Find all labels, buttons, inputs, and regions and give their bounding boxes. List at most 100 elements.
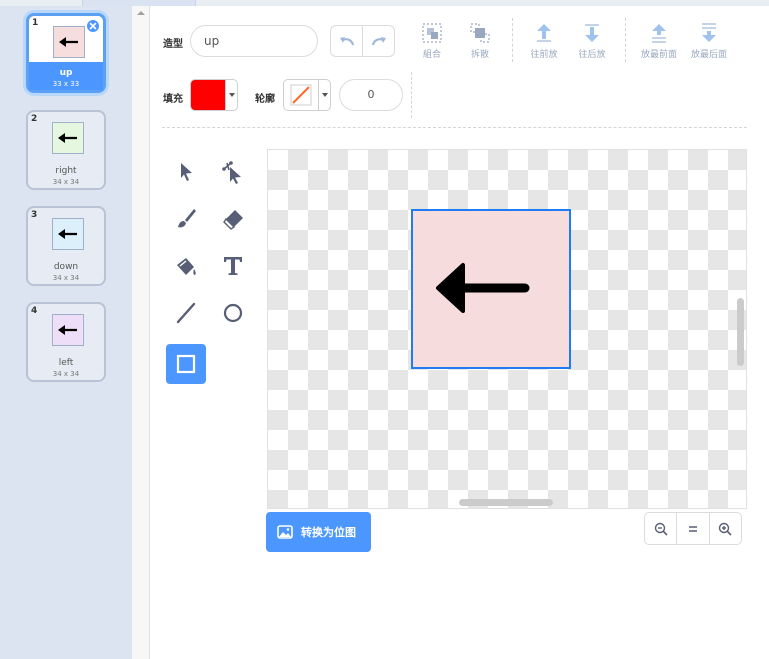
- front-label: 放最前面: [640, 50, 677, 60]
- brush-icon: [178, 209, 196, 228]
- undo-button[interactable]: [331, 26, 362, 56]
- select-tool[interactable]: [166, 152, 206, 192]
- costume-size: 34 x 34: [52, 370, 80, 378]
- list-scrollbar-track[interactable]: [132, 6, 150, 659]
- arrow-left-icon: [58, 229, 77, 239]
- ungroup-icon: [470, 23, 490, 43]
- text-tool[interactable]: [213, 246, 253, 286]
- front-button[interactable]: 放最前面: [637, 22, 681, 60]
- scroll-up-icon[interactable]: [137, 10, 145, 16]
- back-icon: [702, 23, 716, 42]
- convert-label: 转换为位图: [301, 526, 356, 539]
- group-icon: [422, 23, 442, 43]
- paint-bucket-icon: [177, 258, 196, 275]
- arrow-left-icon: [58, 133, 77, 143]
- redo-button[interactable]: [362, 26, 394, 56]
- costume-size: 33 x 33: [52, 80, 80, 88]
- delete-costume-button[interactable]: [86, 19, 100, 33]
- costume-number: 3: [31, 210, 38, 220]
- costume-thumbnail: [52, 218, 84, 250]
- toolbar-divider: [625, 18, 626, 62]
- costume-name: up: [59, 68, 73, 78]
- zoom-in-button[interactable]: [708, 513, 741, 544]
- no-color-icon: [290, 84, 312, 106]
- rectangle-icon: [176, 354, 196, 374]
- text-icon: [224, 257, 242, 275]
- costume-name: left: [58, 358, 74, 368]
- caret-down-icon: [321, 93, 328, 97]
- brush-tool[interactable]: [166, 199, 206, 239]
- reshape-tool[interactable]: [213, 152, 253, 192]
- circle-icon: [223, 303, 243, 323]
- costume-thumbnail: [52, 314, 84, 346]
- costume-list: 1 up 33 x 33 2 right 34 x 34 3 down 34 x…: [0, 6, 132, 659]
- rectangle-tool[interactable]: [166, 344, 206, 384]
- outline-width-input[interactable]: 0: [339, 79, 403, 111]
- line-icon: [176, 302, 196, 324]
- costume-name-input[interactable]: up: [190, 25, 318, 57]
- costume-item-right[interactable]: 2 right 34 x 34: [26, 110, 106, 190]
- back-label: 放最后面: [690, 50, 727, 60]
- canvas-vertical-scrollbar[interactable]: [737, 298, 744, 366]
- costume-thumbnail: [53, 26, 85, 58]
- canvas-horizontal-scrollbar[interactable]: [459, 499, 553, 506]
- eraser-icon: [223, 210, 243, 230]
- zoom-out-icon: [654, 522, 668, 536]
- convert-to-bitmap-button[interactable]: 转换为位图: [266, 512, 371, 552]
- costume-name: right: [55, 166, 77, 176]
- costume-size: 34 x 34: [52, 178, 80, 186]
- costume-thumbnail: [52, 122, 84, 154]
- redo-icon: [371, 37, 386, 46]
- undo-redo-group: [330, 25, 395, 57]
- fill-swatch[interactable]: [191, 80, 226, 110]
- reshape-icon: [222, 161, 241, 184]
- toolbar-separator: [162, 127, 747, 128]
- outline-label: 轮廓: [255, 94, 275, 105]
- line-tool[interactable]: [166, 293, 206, 333]
- close-icon: [89, 22, 97, 30]
- zoom-in-icon: [719, 522, 732, 536]
- ungroup-button[interactable]: 拆散: [458, 22, 502, 60]
- zoom-controls: [644, 512, 742, 545]
- image-icon: [277, 525, 293, 539]
- arrow-left-icon: [59, 37, 78, 47]
- front-icon: [652, 24, 666, 43]
- fill-dropdown[interactable]: [225, 80, 237, 110]
- zoom-out-button[interactable]: [645, 513, 676, 544]
- costume-name: down: [53, 262, 79, 272]
- paint-canvas[interactable]: [267, 149, 747, 509]
- backward-button[interactable]: 往后放: [570, 22, 614, 60]
- costume-number: 4: [31, 306, 38, 316]
- selected-artwork[interactable]: [411, 209, 571, 369]
- cursor-icon: [181, 163, 192, 181]
- group-label: 組合: [422, 50, 441, 60]
- eraser-tool[interactable]: [213, 199, 253, 239]
- forward-icon: [537, 24, 551, 42]
- toolbar-divider: [512, 18, 513, 62]
- outline-swatch[interactable]: [284, 80, 318, 110]
- ungroup-label: 拆散: [470, 50, 489, 60]
- costume-number: 2: [31, 114, 38, 124]
- fill-tool[interactable]: [166, 246, 206, 286]
- circle-tool[interactable]: [213, 293, 253, 333]
- caret-down-icon: [228, 93, 235, 97]
- equals-icon: [688, 525, 697, 532]
- outline-color-picker[interactable]: [283, 79, 331, 111]
- costume-size: 34 x 34: [52, 274, 80, 282]
- costume-name-label: 造型: [163, 39, 183, 50]
- costume-item-up[interactable]: 1 up 33 x 33: [26, 13, 106, 93]
- fill-label: 填充: [163, 94, 183, 105]
- costume-number: 1: [32, 18, 39, 28]
- costume-item-left[interactable]: 4 left 34 x 34: [26, 302, 106, 382]
- forward-button[interactable]: 往前放: [522, 22, 566, 60]
- outline-dropdown[interactable]: [318, 80, 330, 110]
- toolbar-divider: [411, 72, 412, 118]
- back-button[interactable]: 放最后面: [687, 22, 731, 60]
- costume-item-down[interactable]: 3 down 34 x 34: [26, 206, 106, 286]
- backward-label: 往后放: [578, 50, 606, 60]
- arrow-left-icon: [58, 325, 77, 335]
- group-button[interactable]: 組合: [410, 22, 454, 60]
- arrow-left-icon: [436, 263, 530, 313]
- fill-color-picker[interactable]: [190, 79, 238, 111]
- zoom-reset-button[interactable]: [676, 513, 708, 544]
